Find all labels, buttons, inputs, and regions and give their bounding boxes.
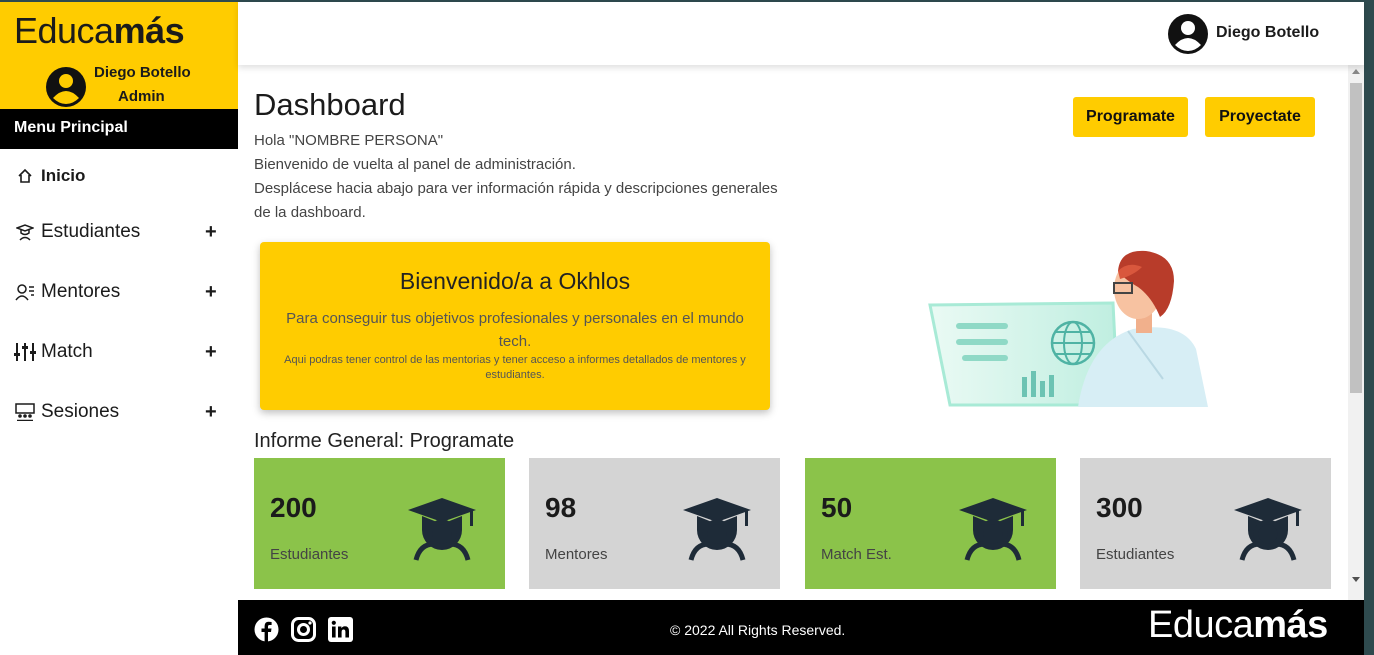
sidebar-item-inicio[interactable]: Inicio	[0, 156, 238, 196]
header-user-name[interactable]: Diego Botello	[1216, 24, 1319, 42]
welcome-small-text: Aqui podras tener control de las mentori…	[284, 354, 746, 381]
facebook-icon[interactable]	[254, 617, 279, 642]
stat-label: Match Est.	[821, 546, 892, 563]
sidebar-item-sesiones[interactable]: Sesiones +	[0, 392, 238, 432]
section-title: Informe General: Programate	[254, 430, 515, 452]
sidebar-item-estudiantes[interactable]: Estudiantes +	[0, 212, 238, 252]
sidebar-user-name: Diego Botello	[94, 64, 191, 81]
graduate-icon	[1234, 498, 1302, 561]
scroll-down-arrow-icon[interactable]	[1352, 577, 1360, 582]
stat-label: Estudiantes	[1096, 546, 1175, 563]
presentation-icon	[14, 401, 36, 423]
sliders-icon	[14, 341, 36, 363]
stat-value: 50	[821, 492, 853, 523]
instagram-icon[interactable]	[291, 617, 316, 642]
footer-logo[interactable]: Educamás	[1148, 604, 1328, 647]
sidebar-brand: Educamás Diego Botello Admin	[0, 2, 238, 109]
sidebar-item-label: Sesiones	[41, 401, 120, 422]
user-avatar-icon[interactable]	[45, 66, 87, 108]
sidebar-item-label: Match	[41, 341, 93, 362]
graduate-icon	[683, 498, 751, 561]
sidebar-item-label: Inicio	[41, 166, 86, 185]
footer: © 2022 All Rights Reserved. Educamás	[238, 600, 1364, 655]
proyectate-button[interactable]: Proyectate	[1205, 97, 1315, 137]
welcome-title: Bienvenido/a a Okhlos	[399, 268, 631, 294]
sidebar: Educamás Diego Botello Admin Menu Princi…	[0, 2, 238, 655]
stat-label: Estudiantes	[270, 546, 349, 563]
welcome-card: Bienvenido/a a Okhlos Para conseguir tus…	[260, 242, 770, 410]
graduate-icon	[408, 498, 476, 561]
menu-header: Menu Principal	[0, 109, 238, 149]
top-header: Diego Botello	[238, 2, 1364, 65]
stat-card[interactable]: 98 Mentores	[529, 458, 780, 589]
scroll-hint-text: Desplácese hacia abajo para ver informac…	[254, 180, 778, 221]
vertical-scrollbar[interactable]	[1348, 65, 1364, 600]
expand-plus-icon[interactable]: +	[205, 221, 217, 244]
sidebar-item-match[interactable]: Match +	[0, 332, 238, 372]
stat-card[interactable]: 300 Estudiantes	[1080, 458, 1331, 589]
student-icon	[14, 221, 36, 243]
developer-illustration	[928, 250, 1208, 407]
sidebar-item-label: Estudiantes	[41, 221, 141, 242]
sidebar-item-label: Mentores	[41, 281, 121, 302]
home-icon	[14, 165, 36, 187]
greeting-text: Hola "NOMBRE PERSONA"	[254, 132, 444, 149]
copyright-text: © 2022 All Rights Reserved.	[670, 622, 846, 638]
window-edge	[1364, 2, 1374, 655]
graduate-icon	[959, 498, 1027, 561]
stat-card[interactable]: 200 Estudiantes	[254, 458, 505, 589]
linkedin-icon[interactable]	[328, 617, 353, 642]
stat-card[interactable]: 50 Match Est.	[805, 458, 1056, 589]
welcome-text: Para conseguir tus objetivos profesional…	[286, 310, 744, 350]
main-content: Dashboard Hola "NOMBRE PERSONA" Bienveni…	[238, 65, 1348, 600]
user-avatar-icon[interactable]	[1167, 13, 1209, 55]
scrollbar-thumb[interactable]	[1350, 83, 1362, 393]
expand-plus-icon[interactable]: +	[205, 341, 217, 364]
sidebar-user-role: Admin	[118, 88, 165, 105]
sidebar-item-mentores[interactable]: Mentores +	[0, 272, 238, 312]
mentor-icon	[14, 281, 36, 303]
page-title: Dashboard	[254, 87, 406, 122]
stat-label: Mentores	[545, 546, 608, 563]
expand-plus-icon[interactable]: +	[205, 401, 217, 424]
welcome-back-text: Bienvenido de vuelta al panel de adminis…	[254, 156, 576, 173]
stat-value: 300	[1096, 492, 1143, 523]
expand-plus-icon[interactable]: +	[205, 281, 217, 304]
stat-value: 98	[545, 492, 577, 523]
scroll-up-arrow-icon[interactable]	[1352, 69, 1360, 74]
stat-value: 200	[270, 492, 317, 523]
brand-logo[interactable]: Educamás	[14, 10, 185, 52]
programate-button[interactable]: Programate	[1073, 97, 1188, 137]
intro-text: Hola "NOMBRE PERSONA" Bienvenido de vuel…	[254, 129, 794, 225]
